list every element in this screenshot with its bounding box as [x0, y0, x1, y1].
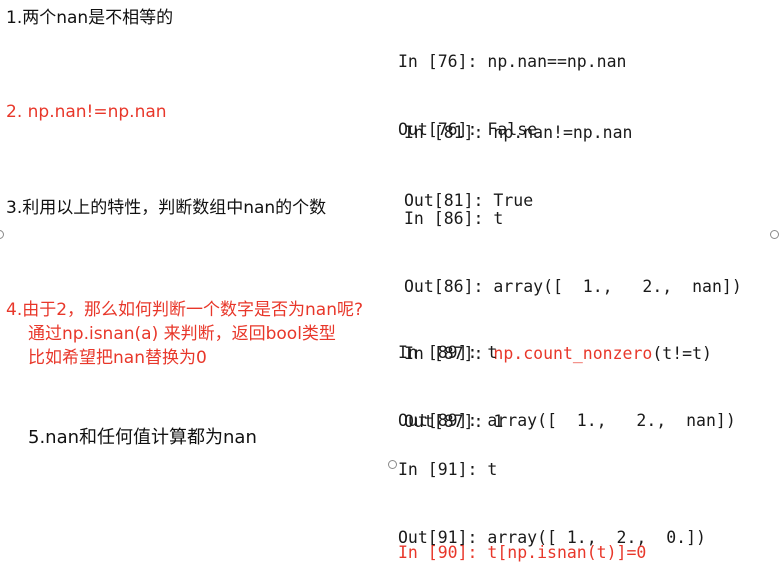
note-3: 3.利用以上的特性，判断数组中nan的个数: [6, 198, 327, 218]
in-prompt: In [91]:: [398, 460, 488, 479]
out-value: array([ 1., 2., 0.]): [487, 527, 706, 547]
in-prompt: In [89]:: [398, 343, 488, 362]
in-prompt: In [76]:: [398, 52, 488, 71]
resize-handle-right[interactable]: [770, 230, 779, 239]
out-prompt: Out[86]:: [404, 276, 494, 296]
note-1: 1.两个nan是不相等的: [6, 8, 174, 28]
resize-handle-left[interactable]: [0, 230, 4, 239]
code-line-in-86: In [86]: t: [404, 208, 742, 231]
note-4-line-1: 4.由于2，那么如何判断一个数字是否为nan呢?: [6, 300, 364, 320]
in-code: np.nan!=np.nan: [493, 123, 633, 142]
code-line-in-89: In [89]: t: [398, 342, 736, 365]
in-prompt: In [81]:: [404, 123, 494, 142]
code-line-in-81: In [81]: np.nan!=np.nan: [404, 122, 632, 145]
code-line-out-86: Out[86]: array([ 1., 2., nan]): [404, 276, 742, 299]
code-line-in-91: In [91]: t: [398, 459, 706, 482]
note-4-line-2: 通过np.isnan(a) 来判断，返回bool类型: [28, 324, 336, 344]
in-code: t: [487, 460, 498, 479]
note-4-line-3: 比如希望把nan替换为0: [28, 348, 207, 368]
in-code: np.nan==np.nan: [487, 52, 627, 71]
in-code: t: [487, 343, 498, 362]
out-prompt: Out[91]:: [398, 527, 488, 547]
code-line-in-76: In [76]: np.nan==np.nan: [398, 51, 626, 74]
in-prompt: In [86]:: [404, 209, 494, 228]
in-code: t: [493, 209, 504, 228]
note-5: 5.nan和任何值计算都为nan: [28, 427, 257, 448]
out-value: array([ 1., 2., nan]): [493, 276, 742, 296]
code-line-out-91: Out[91]: array([ 1., 2., 0.]): [398, 527, 706, 550]
note-2: 2. np.nan!=np.nan: [6, 102, 167, 122]
code-block-5: In [91]: t Out[91]: array([ 1., 2., 0.]): [398, 414, 706, 572]
note-4: 4.由于2，那么如何判断一个数字是否为nan呢? 通过np.isnan(a) 来…: [6, 298, 363, 370]
